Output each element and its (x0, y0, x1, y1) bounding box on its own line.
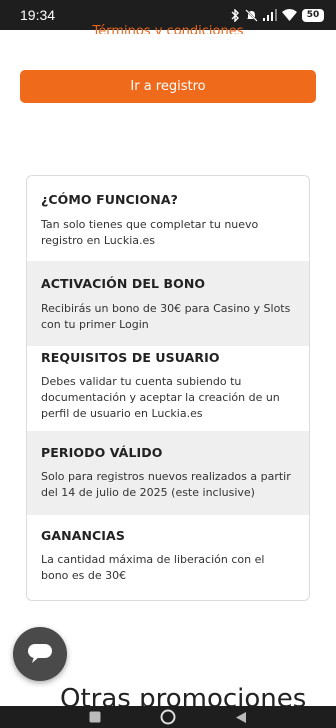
info-section-bonus-activation: ACTIVACIÓN DEL BONO Recibirás un bono de… (27, 261, 309, 346)
section-text: Tan solo tienes que completar tu nuevo r… (41, 218, 259, 247)
terms-text-partial[interactable]: Términos y condiciones (0, 20, 336, 34)
section-text: Debes validar tu cuenta subiendo tu docu… (41, 375, 280, 420)
info-section-user-requirements: REQUISITOS DE USUARIO Debes validar tu c… (27, 346, 309, 431)
recents-icon[interactable] (89, 711, 101, 723)
info-section-winnings: GANANCIAS La cantidad máxima de liberaci… (27, 515, 309, 600)
promo-info-card: ¿CÓMO FUNCIONA? Tan solo tienes que comp… (26, 175, 310, 601)
chat-button[interactable] (13, 627, 67, 681)
system-nav-bar (0, 706, 336, 728)
section-title: GANANCIAS (41, 528, 125, 543)
info-section-how-it-works: ¿CÓMO FUNCIONA? Tan solo tienes que comp… (27, 176, 309, 261)
section-title: PERIODO VÁLIDO (41, 445, 163, 460)
chat-bubble-icon (28, 644, 52, 663)
back-icon[interactable] (235, 711, 247, 724)
section-text: Solo para registros nuevos realizados a … (41, 470, 291, 499)
go-to-register-button[interactable]: Ir a registro (20, 70, 316, 103)
section-text: La cantidad máxima de liberación con el … (41, 553, 265, 582)
section-title: ¿CÓMO FUNCIONA? (41, 192, 178, 207)
section-title: ACTIVACIÓN DEL BONO (41, 276, 206, 291)
info-section-valid-period: PERIODO VÁLIDO Solo para registros nuevo… (27, 431, 309, 515)
home-icon[interactable] (160, 709, 176, 725)
section-text: Recibirás un bono de 30€ para Casino y S… (41, 302, 291, 331)
section-title: REQUISITOS DE USUARIO (41, 350, 220, 365)
battery-level: 50 (306, 10, 320, 20)
